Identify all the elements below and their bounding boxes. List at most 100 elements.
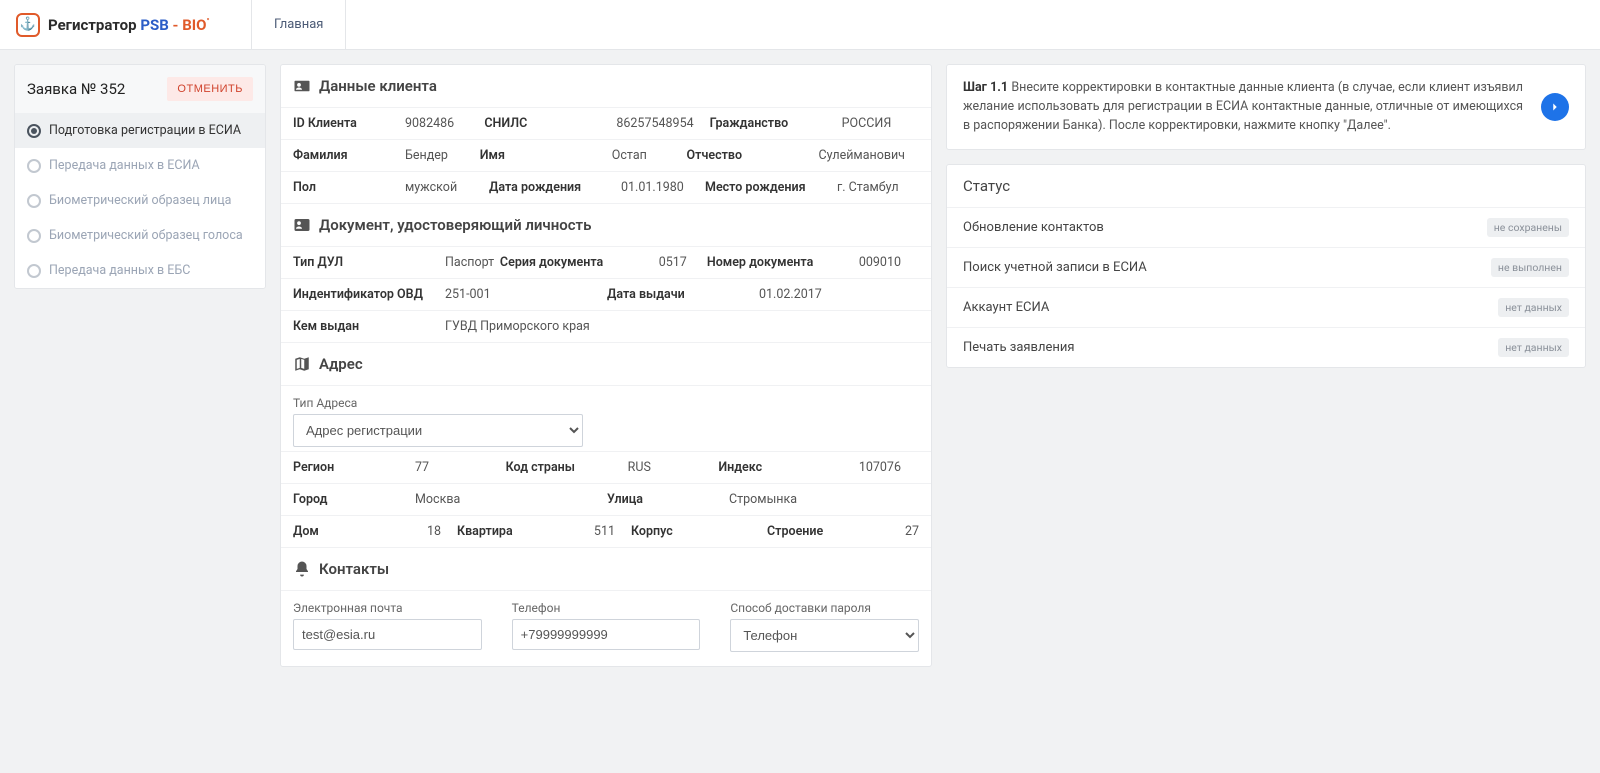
addr-row-3: Дом 18 Квартира 511 Корпус Строение 27: [281, 516, 931, 548]
section-contacts-title: Контакты: [319, 560, 389, 578]
logo-psb: PSB: [140, 16, 168, 34]
status-card: Статус Обновление контактов не сохранены…: [946, 164, 1586, 368]
app-logo-icon: ⚓: [16, 13, 40, 37]
doc-by-label: Кем выдан: [293, 319, 443, 334]
nav-tab-main[interactable]: Главная: [252, 0, 346, 49]
section-contacts-header: Контакты: [281, 548, 931, 591]
status-row-account: Аккаунт ЕСИА нет данных: [947, 288, 1585, 328]
client-dob-label: Дата рождения: [489, 180, 619, 195]
method-select[interactable]: Телефон: [730, 619, 919, 652]
section-client-header: Данные клиента: [281, 65, 931, 108]
addr-type-label: Тип Адреса: [293, 396, 919, 410]
email-input[interactable]: [293, 619, 482, 650]
sidebar: Заявка № 352 ОТМЕНИТЬ Подготовка регистр…: [14, 64, 266, 289]
client-cit-value: РОССИЯ: [842, 116, 919, 131]
status-label: Аккаунт ЕСИА: [963, 300, 1049, 315]
doc-row-1: Тип ДУЛ Паспорт Серия документа 0517 Ном…: [281, 247, 931, 279]
instruction-card: Шаг 1.1 Внесите корректировки в контактн…: [946, 64, 1586, 150]
main-card: Данные клиента ID Клиента 9082486 СНИЛС …: [280, 64, 932, 667]
addr-row-1: Регион 77 Код страны RUS Индекс 107076: [281, 452, 931, 484]
addr-index-label: Индекс: [718, 460, 828, 475]
step-label: Биометрический образец лица: [49, 193, 231, 208]
addr-house-value: 18: [395, 524, 455, 539]
next-button[interactable]: [1541, 93, 1569, 121]
radio-icon: [27, 194, 41, 208]
addr-ccode-value: RUS: [628, 460, 717, 475]
client-sex-value: мужской: [405, 180, 487, 195]
addr-build-value: 27: [859, 524, 919, 539]
logo[interactable]: ⚓ Регистратор PSB - BIO°: [0, 0, 252, 49]
doc-type-label: Тип ДУЛ: [293, 255, 443, 270]
addr-type-block: Тип Адреса Адрес регистрации: [281, 386, 931, 452]
doc-row-2: Индентификатор ОВД 251-001 Дата выдачи 0…: [281, 279, 931, 311]
steps-list: Подготовка регистрации в ЕСИА Передача д…: [15, 113, 265, 288]
doc-num-label: Номер документа: [707, 255, 857, 270]
logo-dash: -: [169, 16, 182, 34]
client-firstname-value: Остап: [612, 148, 685, 163]
addr-region-value: 77: [415, 460, 504, 475]
radio-icon: [27, 124, 41, 138]
status-row-contacts: Обновление контактов не сохранены: [947, 208, 1585, 248]
client-midname-label: Отчество: [687, 148, 817, 163]
method-label: Способ доставки пароля: [730, 601, 919, 615]
addr-type-select[interactable]: Адрес регистрации: [293, 414, 583, 447]
chevron-right-icon: [1548, 100, 1562, 114]
cancel-button[interactable]: ОТМЕНИТЬ: [167, 77, 253, 101]
radio-icon: [27, 264, 41, 278]
email-label: Электронная почта: [293, 601, 482, 615]
client-sex-label: Пол: [293, 180, 403, 195]
status-label: Печать заявления: [963, 340, 1075, 355]
logo-text: Регистратор PSB - BIO°: [48, 16, 210, 34]
client-firstname-label: Имя: [480, 148, 610, 163]
addr-korp-value: [723, 524, 765, 539]
nav-tabs: Главная: [252, 0, 346, 49]
step-label: Подготовка регистрации в ЕСИА: [49, 123, 241, 138]
status-row-print: Печать заявления нет данных: [947, 328, 1585, 367]
section-doc-header: Документ, удостоверяющий личность: [281, 204, 931, 247]
step-bio-voice[interactable]: Биометрический образец голоса: [15, 218, 265, 253]
client-pob-label: Место рождения: [705, 180, 835, 195]
logo-registrator: Регистратор: [48, 16, 137, 34]
section-addr-title: Адрес: [319, 355, 363, 373]
logo-bio: BIO°: [182, 16, 209, 34]
status-row-search: Поиск учетной записи в ЕСИА не выполнен: [947, 248, 1585, 288]
client-midname-value: Сулейманович: [819, 148, 919, 163]
step-prep-esia[interactable]: Подготовка регистрации в ЕСИА: [15, 113, 265, 148]
addr-flat-label: Квартира: [457, 524, 547, 539]
phone-input[interactable]: [512, 619, 701, 650]
step-bio-face[interactable]: Биометрический образец лица: [15, 183, 265, 218]
status-label: Поиск учетной записи в ЕСИА: [963, 260, 1147, 275]
doc-ser-value: 0517: [652, 255, 705, 270]
client-dob-value: 01.01.1980: [621, 180, 703, 195]
client-row-1: ID Клиента 9082486 СНИЛС 86257548954 Гра…: [281, 108, 931, 140]
addr-region-label: Регион: [293, 460, 413, 475]
doc-date-value: 01.02.2017: [759, 287, 919, 302]
client-row-2: Фамилия Бендер Имя Остап Отчество Сулейм…: [281, 140, 931, 172]
doc-by-value: ГУВД Приморского края: [445, 319, 919, 334]
client-row-3: Пол мужской Дата рождения 01.01.1980 Мес…: [281, 172, 931, 204]
doc-num-value: 009010: [859, 255, 919, 270]
request-title: Заявка № 352: [27, 80, 125, 98]
status-badge: не выполнен: [1491, 258, 1569, 277]
person-card-icon: [293, 77, 311, 95]
client-cit-label: Гражданство: [710, 116, 840, 131]
addr-korp-label: Корпус: [631, 524, 721, 539]
section-doc-title: Документ, удостоверяющий личность: [319, 216, 591, 234]
step-send-esia[interactable]: Передача данных в ЕСИА: [15, 148, 265, 183]
section-client-title: Данные клиента: [319, 77, 437, 95]
map-icon: [293, 355, 311, 373]
addr-index-value: 107076: [830, 460, 919, 475]
step-label: Передача данных в ЕСИА: [49, 158, 200, 173]
addr-city-value: Москва: [415, 492, 605, 507]
instruction-text: Шаг 1.1 Внесите корректировки в контактн…: [963, 79, 1523, 135]
bell-icon: [293, 560, 311, 578]
client-id-value: 9082486: [405, 116, 482, 131]
client-id-label: ID Клиента: [293, 116, 403, 131]
doc-type-value: Паспорт: [445, 255, 498, 270]
addr-build-label: Строение: [767, 524, 857, 539]
radio-icon: [27, 159, 41, 173]
status-label: Обновление контактов: [963, 220, 1104, 235]
addr-ccode-label: Код страны: [506, 460, 626, 475]
step-send-ebs[interactable]: Передача данных в ЕБС: [15, 253, 265, 288]
instruction-step: Шаг 1.1: [963, 80, 1008, 95]
